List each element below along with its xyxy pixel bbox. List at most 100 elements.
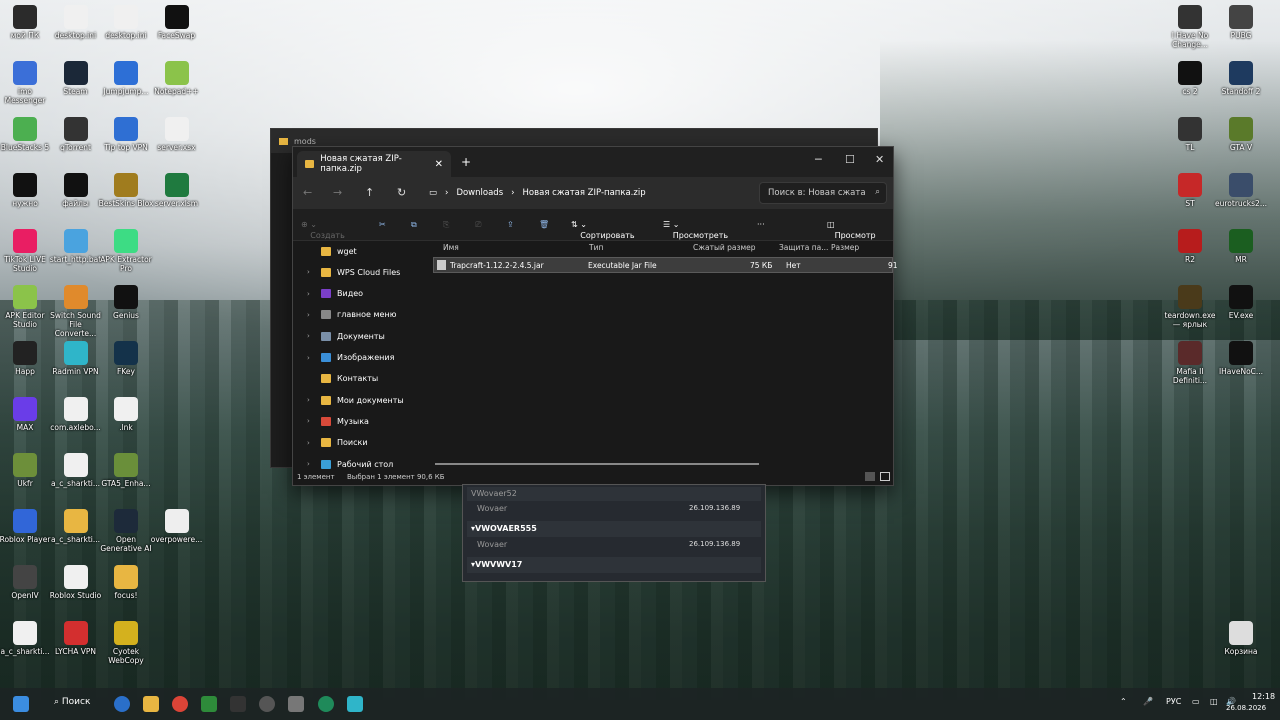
- desktop-shortcut[interactable]: overpowere...: [149, 509, 205, 544]
- desktop-shortcut[interactable]: FaceSwap: [149, 5, 205, 40]
- sidebar-item[interactable]: › Мои документы: [293, 390, 423, 410]
- app-icon[interactable]: [201, 696, 217, 712]
- navigation-pane[interactable]: wget › WPS Cloud Files › Видео › главное меню ›…: [293, 241, 427, 469]
- chrome-icon[interactable]: [172, 696, 188, 712]
- explorer-tab[interactable]: Новая сжатая ZIP-папка.zip ✕: [297, 151, 451, 177]
- desktop-shortcut[interactable]: desktop.ini: [98, 5, 154, 40]
- desktop-shortcut[interactable]: IHaveNoC...: [1213, 341, 1269, 376]
- sidebar-item[interactable]: › Документы: [293, 326, 423, 346]
- desktop-shortcut[interactable]: com.axlebo...: [48, 397, 104, 432]
- desktop-shortcut[interactable]: qTorrent: [48, 117, 104, 152]
- preview-button[interactable]: ◫ Просмотр: [827, 220, 876, 240]
- edge-icon[interactable]: [114, 696, 130, 712]
- start-button[interactable]: [13, 696, 29, 712]
- desktop-shortcut[interactable]: [149, 397, 205, 423]
- desktop-shortcut[interactable]: Open Generative AI: [98, 509, 154, 553]
- chevron-right-icon[interactable]: ›: [307, 417, 317, 425]
- monitor-icon[interactable]: ▭: [1192, 697, 1200, 706]
- up-arrow-icon[interactable]: ↑: [365, 186, 374, 199]
- breadcrumb-downloads[interactable]: Downloads: [456, 188, 503, 198]
- desktop-shortcut[interactable]: cs 2: [1162, 61, 1218, 96]
- table-row[interactable]: Trapcraft-1.12.2-2.4.5.jar Executable Ja…: [433, 257, 898, 273]
- more-options-button[interactable]: ···: [757, 220, 765, 229]
- forward-arrow-icon[interactable]: →: [333, 186, 342, 199]
- delete-icon[interactable]: 🗑: [539, 220, 549, 229]
- desktop-shortcut[interactable]: focus!: [98, 565, 154, 600]
- app-icon[interactable]: [318, 696, 334, 712]
- horizontal-scrollbar[interactable]: [435, 463, 759, 465]
- refresh-icon[interactable]: ↻: [397, 186, 406, 199]
- network-group[interactable]: VWovaer52: [467, 487, 761, 501]
- desktop-shortcut[interactable]: a_c_sharkti...: [48, 509, 104, 544]
- sidebar-item[interactable]: › WPS Cloud Files: [293, 262, 423, 282]
- share-icon[interactable]: ⇪: [507, 220, 514, 229]
- network-group[interactable]: ▾ VWVWV17: [467, 557, 761, 573]
- desktop-shortcut[interactable]: .lnk: [98, 397, 154, 432]
- desktop-shortcut[interactable]: a_c_sharkti...: [48, 453, 104, 488]
- desktop-shortcut[interactable]: I Have No Change...: [1162, 5, 1218, 49]
- app-icon[interactable]: [230, 696, 246, 712]
- clock-time[interactable]: 12:18: [1252, 692, 1275, 701]
- sidebar-item[interactable]: › Музыка: [293, 411, 423, 431]
- copy-icon[interactable]: ⧉: [411, 220, 417, 230]
- desktop-shortcut[interactable]: APK Editor Studio: [0, 285, 53, 329]
- microphone-icon[interactable]: 🎤: [1143, 697, 1153, 706]
- desktop-shortcut[interactable]: OpenIV: [0, 565, 53, 600]
- desktop-shortcut[interactable]: Switch Sound File Converte...: [48, 285, 104, 338]
- network-group[interactable]: ▾ VWOVAER555: [467, 521, 761, 537]
- chevron-right-icon[interactable]: ›: [307, 354, 317, 362]
- desktop-shortcut[interactable]: [149, 565, 205, 591]
- desktop-shortcut[interactable]: Standoff 2: [1213, 61, 1269, 96]
- chevron-right-icon[interactable]: ›: [307, 268, 317, 276]
- desktop-shortcut[interactable]: [149, 341, 205, 367]
- desktop-shortcut[interactable]: Mafia II Definiti...: [1162, 341, 1218, 385]
- desktop-shortcut[interactable]: Корзина: [1213, 621, 1269, 656]
- desktop-shortcut[interactable]: PUBG: [1213, 5, 1269, 40]
- taskbar-search[interactable]: ⌕ Поиск: [54, 697, 90, 707]
- file-list[interactable]: Имя Тип Сжатый размер Защита па... Разме…: [433, 241, 898, 469]
- language-indicator[interactable]: РУС: [1166, 697, 1181, 706]
- chevron-right-icon[interactable]: ›: [307, 290, 317, 298]
- search-input[interactable]: Поиск в: Новая сжата ⌕: [759, 182, 887, 204]
- desktop-shortcut[interactable]: BestSkins Blox: [98, 173, 154, 208]
- desktop-shortcut[interactable]: Tip top VPN: [98, 117, 154, 152]
- tiles-view-icon[interactable]: [880, 472, 890, 481]
- view-button[interactable]: ☰ Просмотреть ⌄: [663, 220, 728, 240]
- desktop-shortcut[interactable]: TikTok LIVE Studio: [0, 229, 53, 273]
- desktop-shortcut[interactable]: [149, 453, 205, 479]
- vpn-icon[interactable]: [347, 696, 363, 712]
- sidebar-item[interactable]: Контакты: [293, 369, 423, 389]
- sidebar-item[interactable]: › Поиски: [293, 433, 423, 453]
- desktop-shortcut[interactable]: ST: [1162, 173, 1218, 208]
- file-explorer-icon[interactable]: [143, 696, 159, 712]
- breadcrumb-zip[interactable]: Новая сжатая ZIP-папка.zip: [523, 188, 646, 198]
- col-size[interactable]: Размер: [831, 243, 859, 252]
- settings-icon[interactable]: [288, 696, 304, 712]
- chevron-right-icon[interactable]: ›: [307, 439, 317, 447]
- sidebar-item[interactable]: › главное меню: [293, 305, 423, 325]
- close-window-button[interactable]: ✕: [875, 153, 884, 166]
- col-type[interactable]: Тип: [589, 243, 603, 252]
- details-view-icon[interactable]: [865, 472, 875, 481]
- desktop-shortcut[interactable]: R2: [1162, 229, 1218, 264]
- desktop-shortcut[interactable]: start_http.bat: [48, 229, 104, 264]
- desktop-shortcut[interactable]: Radmin VPN: [48, 341, 104, 376]
- desktop-shortcut[interactable]: GTA V: [1213, 117, 1269, 152]
- chevron-right-icon[interactable]: ›: [307, 460, 317, 468]
- desktop-shortcut[interactable]: desktop.ini: [48, 5, 104, 40]
- minimize-button[interactable]: ─: [815, 153, 822, 166]
- desktop-shortcut[interactable]: imo Messenger: [0, 61, 53, 105]
- explorer-window[interactable]: Новая сжатая ZIP-папка.zip ✕ + ─ ☐ ✕ ← →…: [292, 146, 898, 486]
- desktop-shortcut[interactable]: MAX: [0, 397, 53, 432]
- sidebar-item[interactable]: › Изображения: [293, 348, 423, 368]
- desktop-shortcut[interactable]: [149, 285, 205, 311]
- desktop-shortcut[interactable]: Steam: [48, 61, 104, 96]
- chevron-right-icon[interactable]: ›: [307, 332, 317, 340]
- desktop-shortcut[interactable]: eurotrucks2...: [1213, 173, 1269, 208]
- desktop-shortcut[interactable]: Jumpjump...: [98, 61, 154, 96]
- monitor-icon[interactable]: ▭: [429, 188, 437, 198]
- rename-icon[interactable]: ⎚: [475, 220, 481, 230]
- new-tab-button[interactable]: +: [461, 155, 471, 169]
- desktop-shortcut[interactable]: Genius: [98, 285, 154, 320]
- chevron-right-icon[interactable]: ›: [307, 311, 317, 319]
